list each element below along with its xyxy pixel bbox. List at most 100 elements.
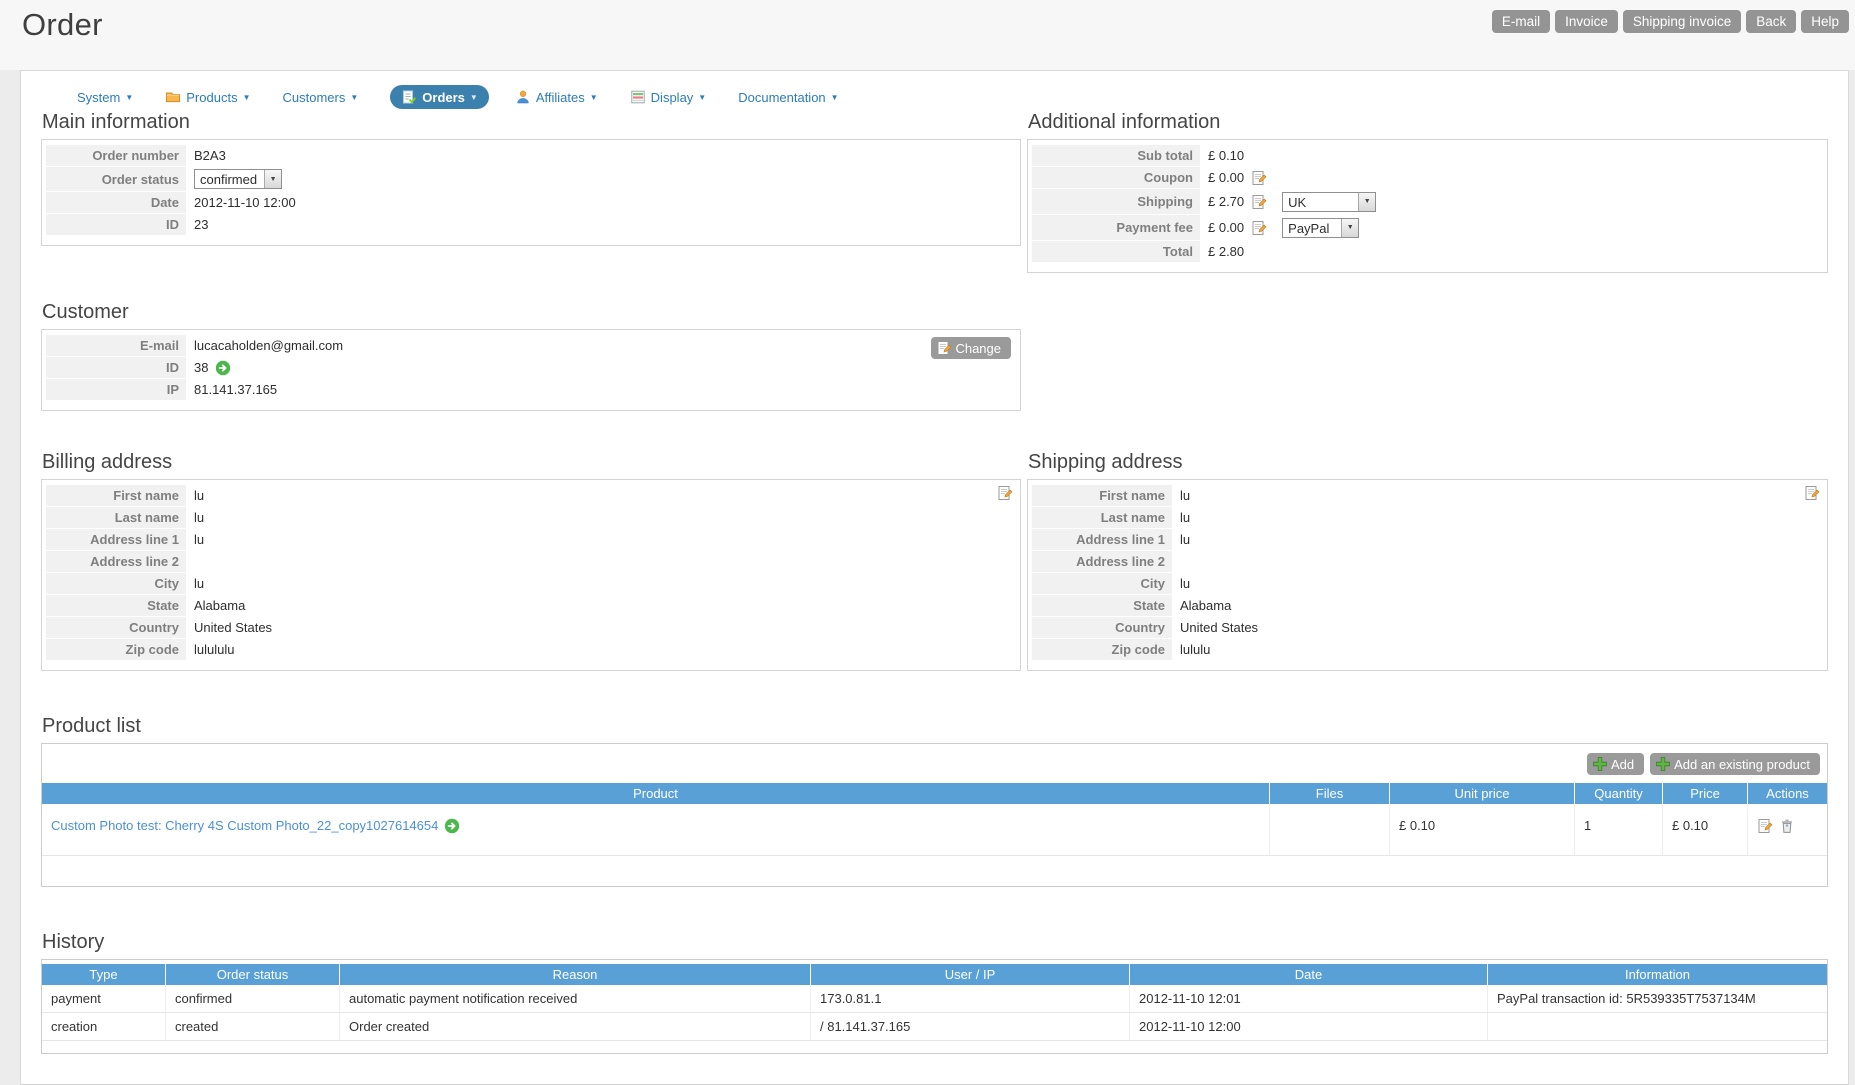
order-number-row: Order number B2A3 [46, 145, 1015, 166]
shipping-zip-value: lululu [1180, 642, 1211, 657]
nav-item-products[interactable]: Products ▼ [165, 89, 251, 105]
product-list-toolbar: Add Add an existing product [42, 744, 1827, 783]
shipping-state-value: Alabama [1180, 598, 1232, 613]
product-actions-cell [1747, 804, 1827, 855]
history-panel: Type Order status Reason User / IP Date … [41, 959, 1828, 1054]
shipping-address1-label: Address line 1 [1032, 529, 1172, 550]
shipping-last-name-value: lu [1180, 510, 1191, 525]
shipping-zip-label: Zip code [1032, 639, 1172, 660]
billing-address1-row: Address line 1 lu [46, 529, 1015, 550]
product-unit-price-cell: £ 0.10 [1389, 804, 1574, 855]
history-heading: History [42, 931, 105, 953]
product-table-row: Custom Photo test: Cherry 4S Custom Phot… [42, 804, 1827, 856]
user-ip-column-header: User / IP [810, 964, 1129, 985]
customer-id-label: ID [46, 357, 186, 378]
order-status-row: Order status confirmed ▼ [46, 167, 1015, 191]
main-information-panel: Order number B2A3 Order status confirmed… [41, 139, 1021, 246]
email-button[interactable]: E-mail [1491, 10, 1551, 33]
change-button-label: Change [955, 340, 1001, 356]
folder-icon [165, 89, 181, 105]
product-column-header: Product [633, 786, 678, 801]
history-section: History Type Order status Reason User / … [41, 931, 1828, 1054]
edit-billing-address-icon[interactable] [997, 485, 1013, 501]
shipping-country-label: Country [1032, 617, 1172, 638]
chevron-down-icon: ▼ [698, 93, 707, 102]
plus-icon [1592, 756, 1608, 772]
goto-customer-arrow-icon[interactable] [215, 360, 231, 376]
nav-item-customers[interactable]: Customers ▼ [283, 90, 359, 105]
billing-last-name-label: Last name [46, 507, 186, 528]
add-existing-button-label: Add an existing product [1674, 756, 1810, 772]
edit-payment-fee-icon[interactable] [1251, 220, 1267, 236]
history-reason-cell: Order created [339, 1013, 810, 1040]
reason-column-header: Reason [339, 964, 810, 985]
order-status-select[interactable]: confirmed ▼ [194, 169, 283, 189]
delete-product-trash-icon[interactable] [1779, 818, 1795, 834]
chevron-down-icon: ▼ [1341, 218, 1359, 237]
history-row-payment: payment confirmed automatic payment noti… [42, 985, 1827, 1013]
back-button[interactable]: Back [1746, 10, 1797, 33]
billing-address2-row: Address line 2 [46, 551, 1015, 572]
order-status-label: Order status [46, 167, 186, 191]
shipping-city-value: lu [1180, 576, 1191, 591]
history-user-ip-cell: / 81.141.37.165 [810, 1013, 1129, 1040]
address-section: Billing address First name lu Last name … [41, 451, 1828, 671]
history-type-cell: creation [51, 1019, 98, 1034]
display-icon [630, 89, 646, 105]
payment-method-select[interactable]: PayPal ▼ [1282, 217, 1360, 238]
chevron-down-icon: ▼ [125, 93, 134, 102]
billing-zip-value: lulululu [194, 642, 235, 657]
edit-shipping-address-icon[interactable] [1804, 485, 1820, 501]
date-label: Date [46, 192, 186, 213]
billing-address-panel: First name lu Last name lu Address line … [41, 479, 1021, 671]
edit-coupon-icon[interactable] [1251, 170, 1267, 186]
payment-fee-row: Payment fee £ 0.00 PayPal ▼ [1032, 215, 1822, 240]
billing-zip-label: Zip code [46, 639, 186, 660]
billing-last-name-value: lu [194, 510, 205, 525]
total-value: £ 2.80 [1208, 244, 1245, 259]
nav-item-orders[interactable]: Orders ▼ [390, 85, 489, 109]
nav-item-system[interactable]: System ▼ [77, 90, 133, 105]
customer-id-row: ID 38 [46, 357, 1015, 378]
help-button[interactable]: Help [1801, 10, 1849, 33]
nav-item-display[interactable]: Display ▼ [630, 89, 707, 105]
add-existing-product-button[interactable]: Add an existing product [1650, 753, 1820, 775]
shipping-invoice-button[interactable]: Shipping invoice [1622, 10, 1742, 33]
chevron-down-icon: ▼ [469, 93, 478, 102]
price-column-header: Price [1662, 783, 1747, 804]
add-product-button[interactable]: Add [1586, 753, 1645, 775]
shipping-country-select[interactable]: UK ▼ [1282, 191, 1377, 212]
shipping-address-heading: Shipping address [1028, 451, 1183, 473]
nav-label-products: Products [186, 89, 238, 105]
change-customer-button[interactable]: Change [931, 337, 1011, 359]
billing-zip-row: Zip code lulululu [46, 639, 1015, 660]
nav-label-orders: Orders [422, 89, 465, 105]
add-button-label: Add [1610, 756, 1635, 772]
billing-country-label: Country [46, 617, 186, 638]
shipping-address2-label: Address line 2 [1032, 551, 1172, 572]
edit-product-icon[interactable] [1757, 818, 1773, 834]
customer-panel: E-mail lucacaholden@gmail.com ID 38 IP 8… [41, 329, 1021, 411]
nav-item-affiliates[interactable]: Affiliates ▼ [515, 89, 598, 105]
invoice-button[interactable]: Invoice [1555, 10, 1618, 33]
customer-heading: Customer [42, 301, 129, 323]
product-list-panel: Add Add an existing product Product File… [41, 743, 1828, 887]
billing-address-heading: Billing address [42, 451, 173, 473]
shipping-value: £ 2.70 [1208, 194, 1245, 209]
files-column-header: Files [1269, 783, 1389, 804]
history-info-cell [1487, 1013, 1827, 1040]
goto-product-arrow-icon[interactable] [444, 818, 460, 834]
coupon-row: Coupon £ 0.00 [1032, 167, 1822, 188]
history-status-cell: confirmed [165, 985, 339, 1012]
main-nav: System ▼ Products ▼ Customers ▼ Orders ▼… [41, 83, 1828, 111]
header-toolbar: E-mail Invoice Shipping invoice Back Hel… [1491, 10, 1849, 33]
sub-total-label: Sub total [1032, 145, 1200, 166]
content-card: System ▼ Products ▼ Customers ▼ Orders ▼… [20, 70, 1849, 1085]
edit-shipping-icon[interactable] [1251, 194, 1267, 210]
nav-item-documentation[interactable]: Documentation ▼ [738, 90, 838, 105]
customer-email-row: E-mail lucacaholden@gmail.com [46, 335, 1015, 356]
billing-city-label: City [46, 573, 186, 594]
shipping-country-value: United States [1180, 620, 1259, 635]
shipping-address1-row: Address line 1 lu [1032, 529, 1822, 550]
product-link[interactable]: Custom Photo test: Cherry 4S Custom Phot… [51, 818, 438, 833]
